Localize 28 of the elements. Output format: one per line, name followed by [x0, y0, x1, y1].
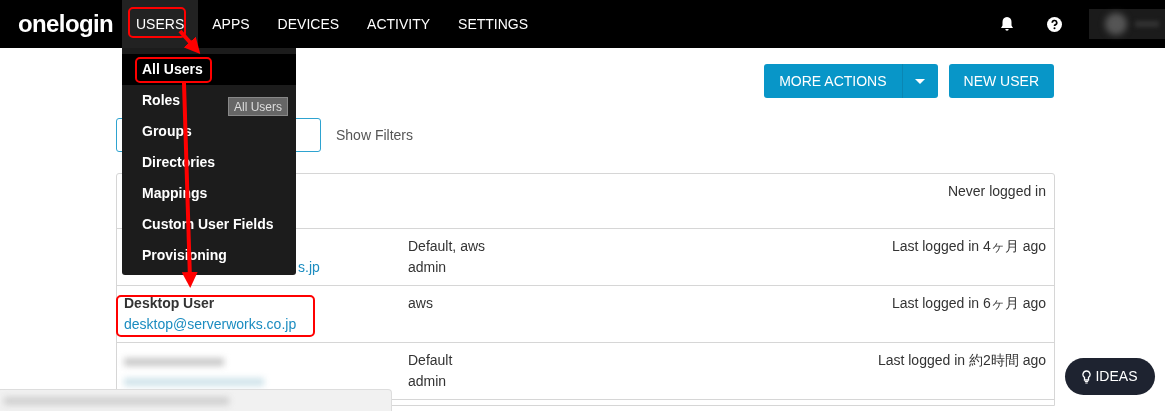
nav-tab[interactable]: ACTIVITY — [353, 0, 445, 48]
annotation-box — [128, 7, 186, 38]
last-login-text: Never logged in — [947, 182, 1046, 201]
last-login-text: Last logged in 4ヶ月 ago — [891, 237, 1046, 256]
last-login-text: Last logged in 約2時間 ago — [877, 351, 1046, 370]
tooltip: All Users — [228, 97, 288, 116]
user-email-link[interactable]: desktop@serverworks.co.jp — [124, 314, 297, 335]
group-role-text: admin — [408, 258, 447, 277]
nav-tab[interactable]: APPS — [198, 0, 264, 48]
notification-bell-icon[interactable] — [999, 16, 1015, 32]
annotation-arrow — [178, 29, 201, 54]
show-filters-link[interactable]: Show Filters — [336, 124, 414, 146]
caret-icon — [915, 78, 926, 84]
onelogin-logo[interactable]: onelogin — [18, 6, 118, 42]
user-email-link[interactable]: s.jp — [298, 257, 320, 278]
ideas-button[interactable]: IDEAS — [1065, 358, 1155, 395]
group-role-text: Default, aws — [408, 237, 486, 256]
group-role-text: aws — [408, 294, 433, 313]
menu-item[interactable]: All Users — [122, 54, 296, 85]
user-name: Desktop User — [124, 294, 216, 313]
group-role-text: Default — [408, 351, 453, 370]
nav-tab[interactable]: SETTINGS — [444, 0, 543, 48]
group-role-text: admin — [408, 372, 447, 391]
last-login-text: Last logged in 6ヶ月 ago — [891, 294, 1046, 313]
nav-tab[interactable]: DEVICES — [263, 0, 354, 48]
help-icon[interactable] — [1047, 16, 1062, 32]
lightbulb-icon — [1082, 369, 1092, 384]
menu-item[interactable]: Roles — [122, 85, 181, 116]
